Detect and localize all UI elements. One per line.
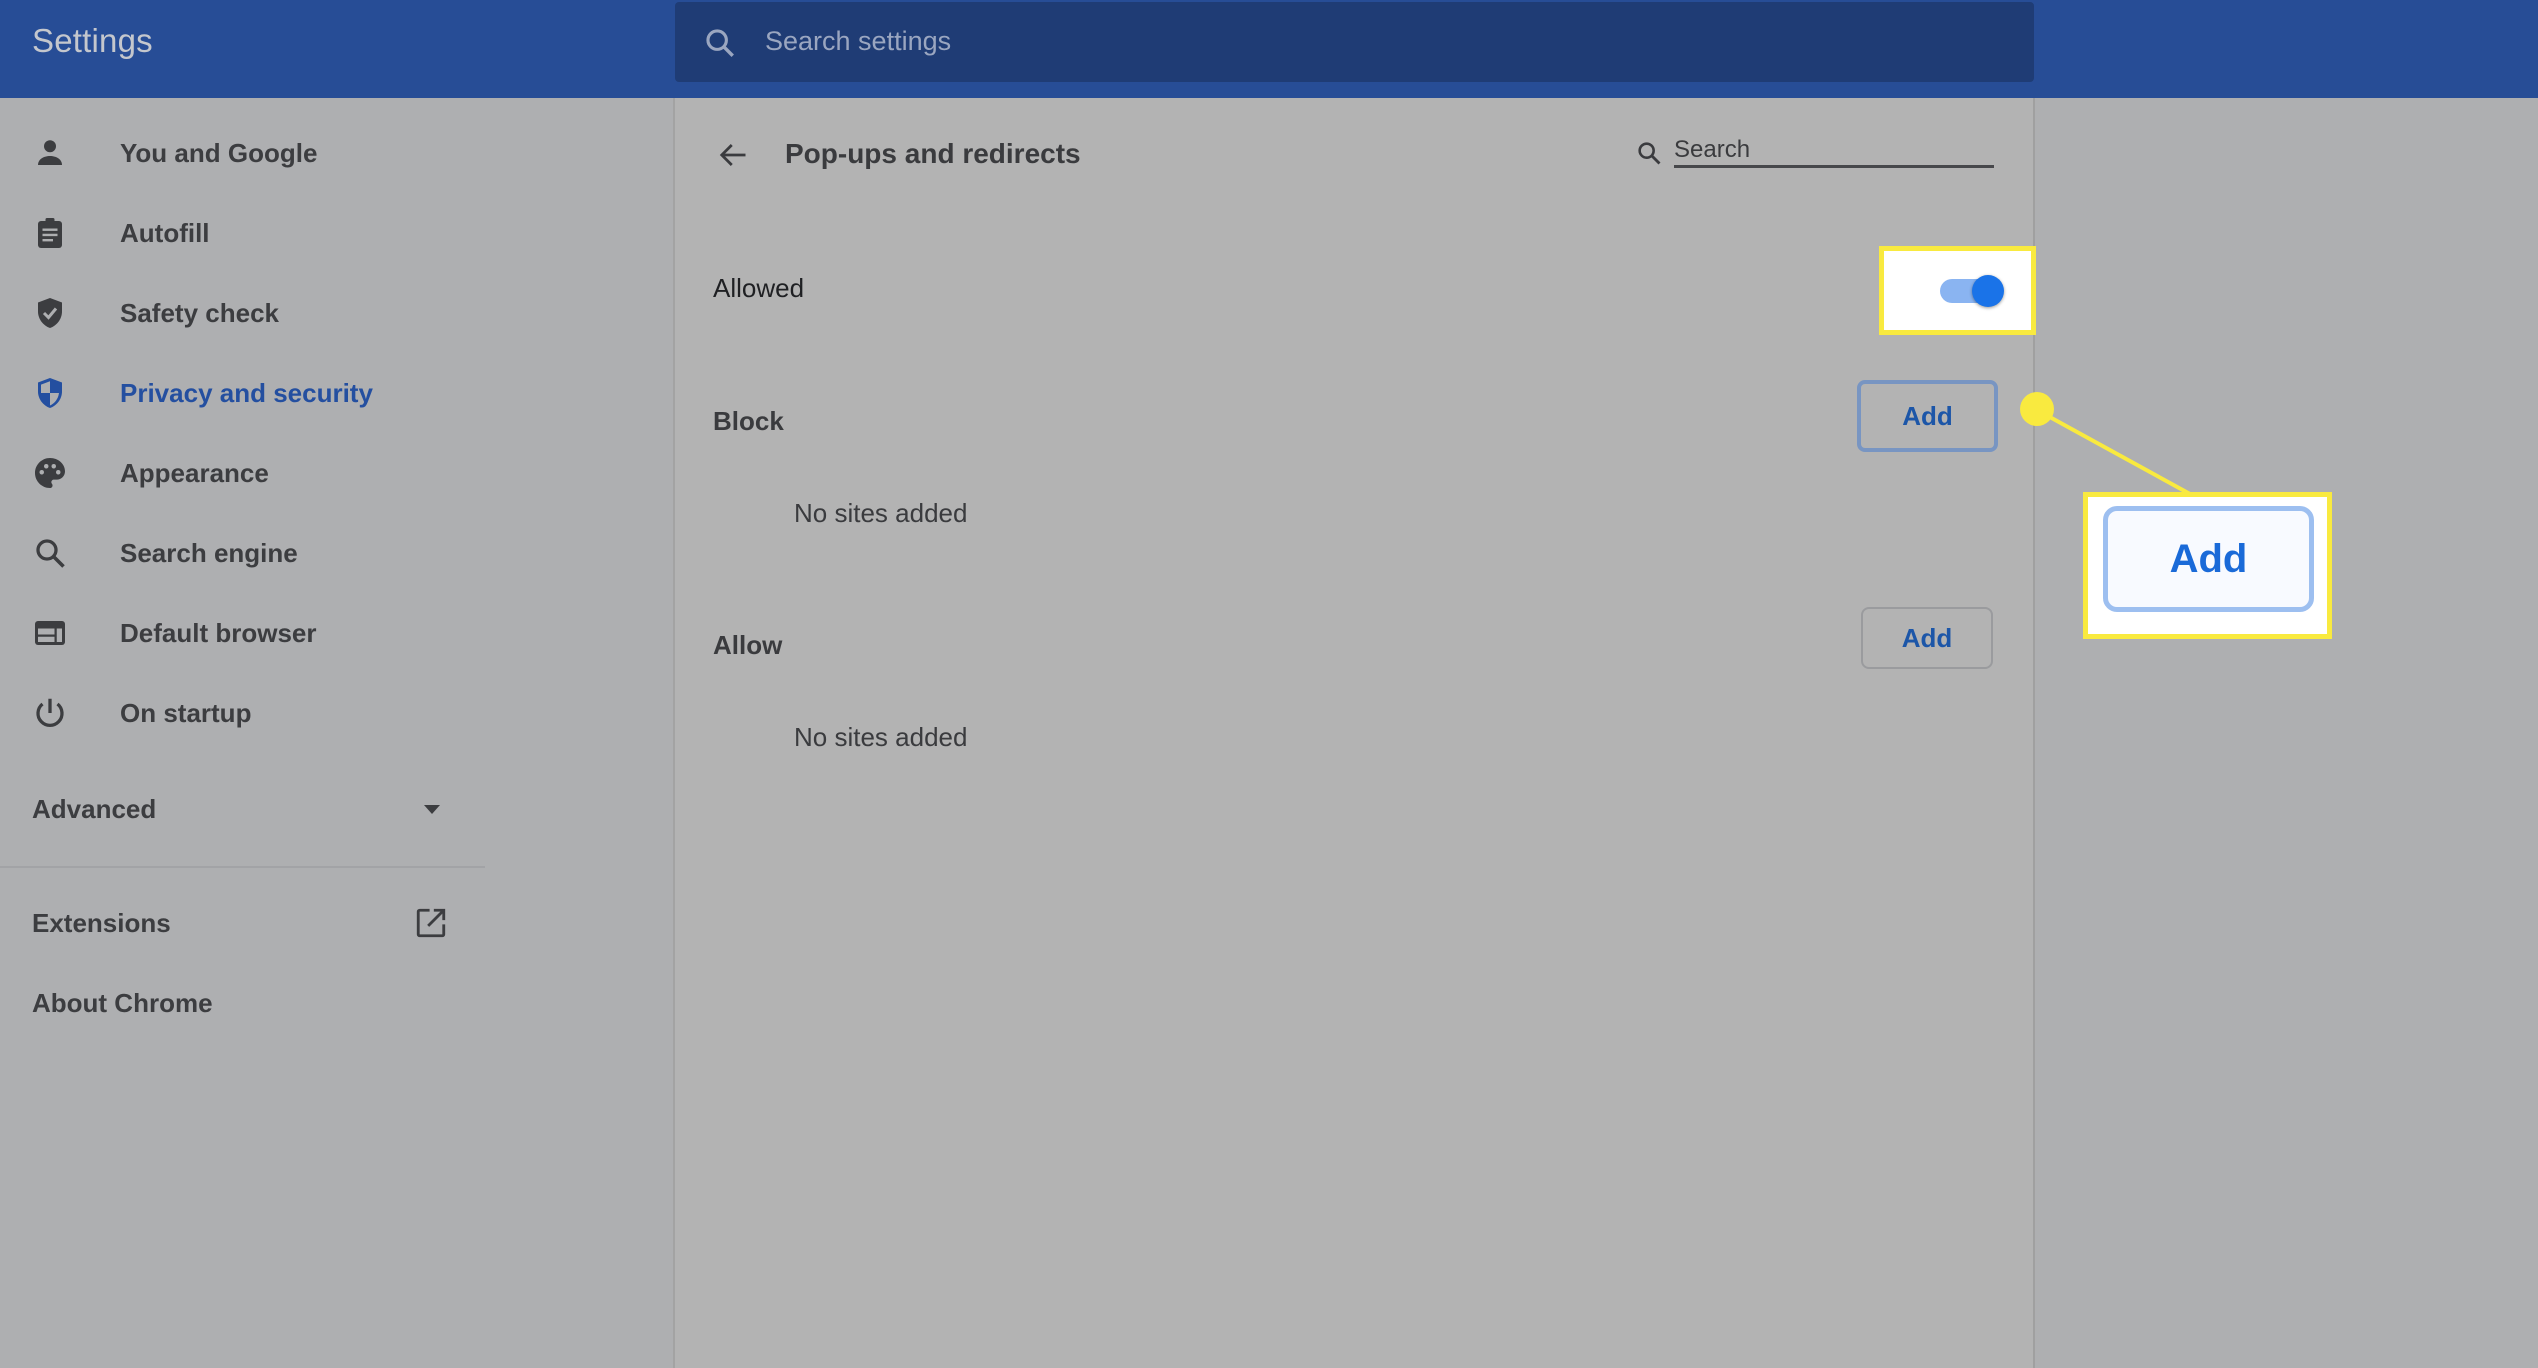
power-icon <box>36 698 64 727</box>
sidebar-item-privacy-and-security[interactable]: Privacy and security <box>0 358 674 428</box>
block-add-button[interactable]: Add <box>1857 380 1998 452</box>
palette-icon <box>35 458 65 488</box>
open-in-new-icon <box>416 908 446 938</box>
sidebar-item-label: You and Google <box>120 138 318 168</box>
sidebar-item-label: Safety check <box>120 298 279 328</box>
allowed-toggle[interactable] <box>1934 273 2004 309</box>
callout-line <box>2036 408 2191 496</box>
main-panel: Pop-ups and redirects Allowed Block Add … <box>673 98 2035 1368</box>
advanced-label: Advanced <box>32 794 157 824</box>
sidebar-item-label: Autofill <box>120 218 210 248</box>
allowed-label: Allowed <box>713 273 805 303</box>
sidebar-item-label: On startup <box>120 698 252 728</box>
search-placeholder: Search settings <box>765 26 952 56</box>
sidebar-advanced-toggle[interactable]: Advanced <box>0 774 674 844</box>
search-icon <box>706 29 734 57</box>
search-icon <box>36 539 65 568</box>
sidebar-item-safety-check[interactable]: Safety check <box>0 278 674 348</box>
top-header: Settings Search settings <box>0 0 2538 98</box>
arrow-back-icon[interactable] <box>717 140 749 170</box>
shield-check-icon <box>38 298 62 328</box>
toggle-knob <box>1972 275 2004 307</box>
settings-search-field[interactable]: Search settings <box>675 2 2034 82</box>
allow-heading: Allow <box>713 630 783 660</box>
site-search-input[interactable] <box>1674 138 1994 168</box>
chevron-down-icon <box>424 805 440 814</box>
sidebar-item-appearance[interactable]: Appearance <box>0 438 674 508</box>
toggle-highlight <box>1879 246 2036 335</box>
sidebar-item-default-browser[interactable]: Default browser <box>0 598 674 668</box>
about-chrome-label: About Chrome <box>32 988 213 1018</box>
sidebar-item-label: Default browser <box>120 618 317 648</box>
sidebar-divider <box>0 866 485 868</box>
extensions-label: Extensions <box>32 908 171 938</box>
browser-icon <box>35 621 65 645</box>
app-title: Settings <box>32 22 153 59</box>
shield-privacy-icon <box>38 378 62 408</box>
sidebar-item-label: Search engine <box>120 538 298 568</box>
sidebar-item-label: Appearance <box>120 458 269 488</box>
sidebar-item-search-engine[interactable]: Search engine <box>0 518 674 588</box>
person-icon <box>38 140 62 165</box>
block-empty-text: No sites added <box>794 498 968 528</box>
sidebar-item-extensions[interactable]: Extensions <box>0 888 674 958</box>
callout-add-button: Add <box>2103 506 2314 612</box>
sidebar-item-you-and-google[interactable]: You and Google <box>0 118 674 188</box>
sidebar-item-label: Privacy and security <box>120 378 373 408</box>
sidebar-item-about-chrome[interactable]: About Chrome <box>0 968 674 1038</box>
block-heading: Block <box>713 406 784 436</box>
sidebar-item-on-startup[interactable]: On startup <box>0 678 674 748</box>
sidebar: You and Google Autofill Safety check Pri… <box>0 98 674 1368</box>
page-title: Pop-ups and redirects <box>785 138 1081 169</box>
allow-add-button[interactable]: Add <box>1861 607 1993 669</box>
allow-empty-text: No sites added <box>794 722 968 752</box>
sidebar-item-autofill[interactable]: Autofill <box>0 198 674 268</box>
clipboard-icon <box>38 218 62 248</box>
search-icon <box>1638 142 1661 165</box>
